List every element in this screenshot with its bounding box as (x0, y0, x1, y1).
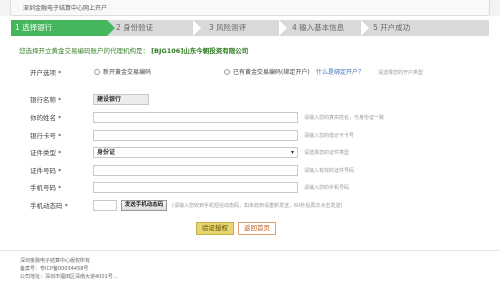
step-label: 5 开户成功 (373, 23, 411, 32)
phone-row: 手机号码 * 请输入您的手机号码 (0, 181, 500, 195)
id-type-hint: 请选择您的证件类型 (304, 150, 350, 156)
back-home-button[interactable]: 返回首页 (238, 222, 276, 235)
verify-button[interactable]: 验证授权 (196, 222, 234, 235)
id-number-hint: 请输入有效的证件号码 (304, 168, 355, 174)
step-separator (193, 20, 201, 36)
step-select-bank: 1 选择银行 (11, 20, 115, 36)
sms-code-label: 手机动态码 * (30, 202, 68, 210)
step-arrow (107, 20, 115, 36)
bank-card-row: 银行卡号 * 请输入您的借记卡卡号 (0, 129, 500, 143)
send-sms-code-button[interactable]: 发送手机动态码 (121, 200, 167, 211)
top-bar: 深圳金融电子结算中心网上开户 (0, 0, 500, 16)
bank-name-row: 银行名称 * 建设银行 (0, 93, 500, 107)
footer-divider (0, 250, 500, 251)
bank-card-input[interactable] (93, 130, 298, 141)
agency-notice: 您选择开立黄金交易编码账户的代理机构是： [BJG106]山东今朝投资有限公司 (19, 45, 248, 55)
step-identity: 2 身份验证 (116, 20, 196, 36)
phone-hint: 请输入您的手机号码 (304, 185, 350, 191)
chevron-down-icon: ▾ (290, 149, 294, 156)
id-number-label: 证件号码 * (30, 167, 62, 175)
sms-code-input[interactable] (93, 200, 117, 211)
id-type-value: 身份证 (97, 149, 116, 156)
bank-card-hint: 请输入您的借记卡卡号 (304, 133, 355, 139)
bind-account-help-link[interactable]: 什么是绑定开户？ (316, 66, 364, 80)
step-separator (361, 20, 369, 36)
bank-card-label: 银行卡号 * (30, 132, 62, 140)
phone-input[interactable] (93, 182, 298, 193)
agency-name: [BJG106]山东今朝投资有限公司 (151, 47, 249, 55)
account-type-label: 开户选项 * (30, 69, 62, 77)
footer-address: 公司地址：深圳市福田区深南大道4001号... (20, 274, 118, 280)
progress-steps: 1 选择银行 2 身份验证 3 风险测评 4 输入基本信息 5 开户成功 (11, 20, 489, 36)
id-number-input[interactable] (93, 165, 298, 176)
top-bar-panel: 深圳金融电子结算中心网上开户 (10, 0, 490, 16)
account-type-hint: 请选择您的开户类型 (378, 70, 424, 76)
step-success: 5 开户成功 (373, 20, 453, 36)
name-row: 你的姓名 * 请输入您的真实姓名，与身份证一致 (0, 111, 500, 125)
step-label: 2 身份验证 (116, 23, 154, 32)
id-type-row: 证件类型 * 身份证 ▾ 请选择您的证件类型 (0, 146, 500, 160)
name-hint: 请输入您的真实姓名，与身份证一致 (304, 115, 385, 121)
step-separator (279, 20, 287, 36)
step-label: 3 风险测评 (209, 23, 247, 32)
name-input[interactable] (93, 112, 298, 123)
radio-new-account-label: 新开黄金交易编码 (103, 69, 152, 76)
radio-new-account[interactable] (94, 69, 100, 75)
id-number-row: 证件号码 * 请输入有效的证件号码 (0, 164, 500, 178)
step-basic-info: 4 输入基本信息 (292, 20, 372, 36)
notice-text: 您选择开立黄金交易编码账户的代理机构是： (19, 47, 149, 55)
radio-bind-account[interactable] (224, 69, 230, 75)
footer-icp: 备案号：粤ICP备00034458号 (20, 266, 89, 272)
step-risk: 3 风险测评 (209, 20, 289, 36)
account-type-row: 开户选项 * 新开黄金交易编码 已有黄金交易编码(绑定开户) 什么是绑定开户？ … (0, 66, 500, 80)
id-type-select[interactable]: 身份证 ▾ (93, 147, 298, 158)
sms-code-row: 手机动态码 * 发送手机动态码 (请输入您收到手机短信动态码，如未收到请重新发送… (0, 199, 500, 213)
name-label: 你的姓名 * (30, 114, 62, 122)
bank-name-label: 银行名称 * (30, 96, 62, 104)
bank-name-field: 建设银行 (93, 94, 149, 105)
radio-bind-account-label: 已有黄金交易编码(绑定开户) (233, 69, 310, 76)
step-label: 4 输入基本信息 (292, 23, 345, 32)
site-title: 深圳金融电子结算中心网上开户 (23, 5, 108, 12)
footer-copyright: 深圳金融电子结算中心版权所有 (20, 258, 91, 264)
id-type-label: 证件类型 * (30, 149, 62, 157)
phone-label: 手机号码 * (30, 184, 62, 192)
sms-code-hint: (请输入您收到手机短信动态码，如未收到请重新发送，60秒后再次点击发送) (172, 203, 343, 209)
step-label: 1 选择银行 (15, 23, 53, 32)
